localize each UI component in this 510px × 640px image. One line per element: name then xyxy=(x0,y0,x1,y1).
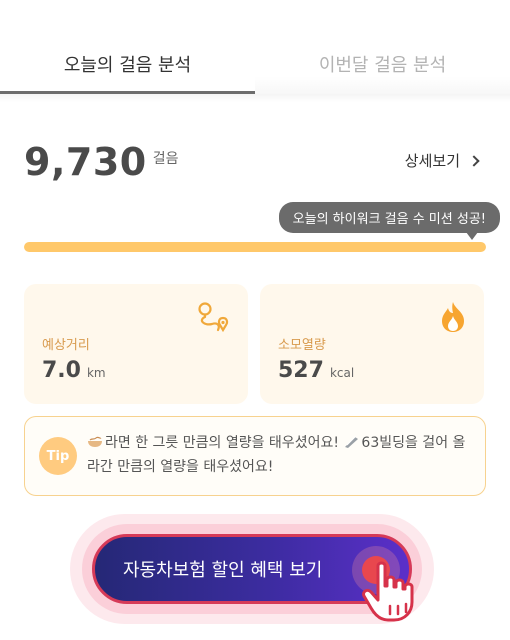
pointing-hand-icon xyxy=(360,560,418,626)
sneaker-icon xyxy=(343,432,359,448)
tip-text-part1: 라면 한 그릇 만큼의 열량을 태우셨어요! xyxy=(105,435,339,451)
tip-badge: Tip xyxy=(39,437,77,475)
steps-value: 9,730 xyxy=(24,140,147,184)
distance-label: 예상거리 xyxy=(42,338,90,353)
tab-month-analysis[interactable]: 이번달 걸음 분석 xyxy=(255,0,510,96)
noodle-bowl-icon xyxy=(87,432,103,447)
cta-label: 자동차보험 할인 혜택 보기 xyxy=(123,560,323,581)
calories-card: 소모열량 527 kcal xyxy=(260,284,484,404)
tab-today-analysis[interactable]: 오늘의 걸음 분석 xyxy=(0,0,255,96)
distance-unit: km xyxy=(86,366,106,380)
tab-bar: 오늘의 걸음 분석 이번달 걸음 분석 xyxy=(0,0,510,96)
steps-unit: 걸음 xyxy=(152,151,179,167)
distance-value: 7.0 xyxy=(42,358,81,383)
distance-card: 예상거리 7.0 km xyxy=(24,284,248,404)
detail-link-label: 상세보기 xyxy=(404,152,460,170)
chevron-right-icon xyxy=(468,154,480,167)
steps-summary: 9,730 걸음 xyxy=(24,140,178,184)
calories-unit: kcal xyxy=(329,366,355,380)
tip-text: 라면 한 그릇 만큼의 열량을 태우셨어요! 63빌딩을 걸어 올라간 만큼의 … xyxy=(87,431,477,479)
steps-progress-fill xyxy=(24,242,486,252)
route-pin-icon xyxy=(196,300,232,340)
calories-value: 527 xyxy=(278,358,324,383)
flame-icon xyxy=(438,300,468,338)
tab-divider xyxy=(0,94,510,102)
mission-success-tooltip: 오늘의 하이워크 걸음 수 미션 성공! xyxy=(278,202,500,240)
detail-link[interactable]: 상세보기 xyxy=(404,150,480,171)
steps-progress-bar xyxy=(24,242,486,252)
tip-box: Tip 라면 한 그릇 만큼의 열량을 태우셨어요! 63빌딩을 걸어 올라간 … xyxy=(24,416,486,496)
calories-label: 소모열량 xyxy=(278,338,326,353)
